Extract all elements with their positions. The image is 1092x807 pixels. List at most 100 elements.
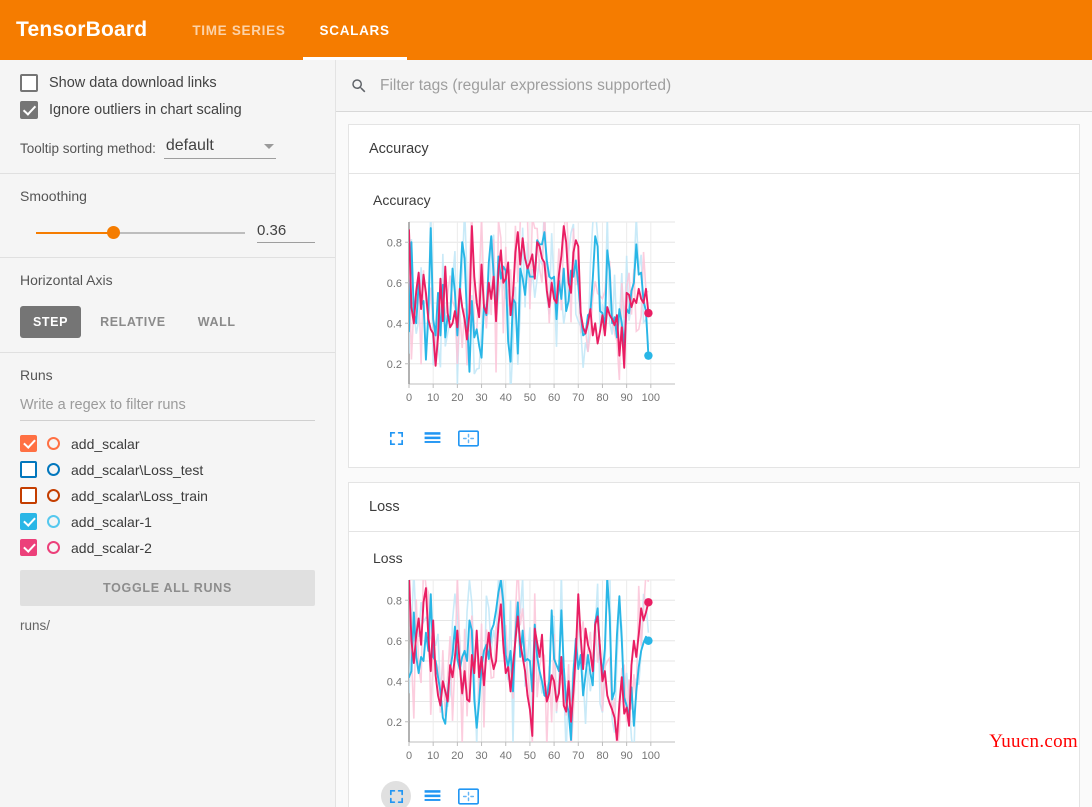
tooltip-sorting-value: default [165,137,214,154]
run-item-add-scalar-1[interactable]: add_scalar-1 [20,513,315,530]
run-item-add-scalar-2[interactable]: add_scalar-2 [20,539,315,556]
slider-thumb[interactable] [107,226,120,239]
runs-list: add_scalar add_scalar\Loss_test add_scal… [20,435,315,556]
data-series-icon[interactable] [417,423,447,453]
expand-chart-icon[interactable] [381,781,411,807]
svg-text:0.4: 0.4 [387,676,402,688]
chart-group-accuracy: Accuracy Accuracy 0.2 0.4 0.6 0.8 0 10 20 30 40 5… [348,124,1080,468]
run-label: add_scalar\Loss_test [71,461,204,478]
run-color-circle [47,463,60,476]
svg-text:0.8: 0.8 [387,595,402,607]
svg-text:30: 30 [475,392,487,404]
app-header: TensorBoard TIME SERIES SCALARS [0,0,1092,60]
svg-text:70: 70 [572,750,584,762]
runs-directory-label: runs/ [20,618,51,633]
show-download-links-row[interactable]: Show data download links [20,74,315,92]
smoothing-row: 0.36 [20,222,315,243]
axis-option-step[interactable]: STEP [20,306,82,338]
svg-text:0.8: 0.8 [387,237,402,249]
fit-domain-icon[interactable] [453,781,483,807]
runs-label: Runs [20,367,53,383]
svg-text:0.6: 0.6 [387,278,402,290]
ignore-outliers-checkbox[interactable] [20,101,38,119]
svg-text:70: 70 [572,392,584,404]
run-checkbox[interactable] [20,435,37,452]
run-label: add_scalar-1 [71,513,152,530]
horizontal-axis-section: Horizontal Axis STEP RELATIVE WALL [0,257,335,352]
toggle-all-runs-button[interactable]: TOGGLE ALL RUNS [20,570,315,606]
chart-title-accuracy: Accuracy [373,192,431,208]
run-checkbox[interactable] [20,539,37,556]
ignore-outliers-label: Ignore outliers in chart scaling [49,102,242,118]
group-header-accuracy[interactable]: Accuracy [348,124,1080,174]
plot-loss[interactable]: 0.2 0.4 0.6 0.8 0 10 20 30 40 50 60 70 80 90 100 [367,572,687,777]
svg-text:40: 40 [500,392,512,404]
svg-text:80: 80 [596,750,608,762]
run-checkbox[interactable] [20,487,37,504]
show-download-links-checkbox[interactable] [20,74,38,92]
main-content: Accuracy Accuracy 0.2 0.4 0.6 0.8 0 10 20 30 40 5… [336,60,1092,807]
data-series-icon[interactable] [417,781,447,807]
search-icon [350,77,368,95]
smoothing-label: Smoothing [20,188,87,204]
nav-tabs: TIME SERIES SCALARS [175,0,407,60]
chart-title-loss: Loss [373,550,403,566]
smoothing-section: Smoothing 0.36 [0,173,335,257]
tab-scalars[interactable]: SCALARS [302,0,407,60]
chart-card-accuracy: Accuracy 0.2 0.4 0.6 0.8 0 10 20 30 40 50 60 70 80 90… [348,174,1080,468]
run-item-loss-train[interactable]: add_scalar\Loss_train [20,487,315,504]
svg-text:40: 40 [500,750,512,762]
run-color-circle [47,515,60,528]
svg-text:10: 10 [427,392,439,404]
chevron-down-icon [263,143,274,149]
axis-option-relative[interactable]: RELATIVE [87,306,179,338]
svg-text:60: 60 [548,392,560,404]
tooltip-sorting-label: Tooltip sorting method: [20,141,156,156]
chart-card-loss: Loss 0.2 0.4 0.6 0.8 0 10 20 30 40 50 60 70 80 90 100 [348,532,1080,807]
svg-text:0.2: 0.2 [387,359,402,371]
tag-filter-bar [336,60,1092,112]
run-color-circle [47,489,60,502]
run-color-circle [47,541,60,554]
brand-title: TensorBoard [16,18,148,41]
show-download-links-label: Show data download links [49,75,217,91]
expand-chart-icon[interactable] [381,423,411,453]
sidebar: Show data download links Ignore outliers… [0,60,336,807]
tensorboard-app: TensorBoard TIME SERIES SCALARS Show dat… [0,0,1092,807]
svg-text:20: 20 [451,750,463,762]
run-checkbox[interactable] [20,461,37,478]
svg-text:50: 50 [524,750,536,762]
svg-text:90: 90 [621,750,633,762]
svg-text:20: 20 [451,392,463,404]
tab-time-series[interactable]: TIME SERIES [175,0,302,60]
run-item-loss-test[interactable]: add_scalar\Loss_test [20,461,315,478]
tooltip-sorting-select[interactable]: default [163,137,276,159]
run-label: add_scalar [71,435,140,452]
fit-domain-icon[interactable] [453,423,483,453]
svg-text:0.2: 0.2 [387,717,402,729]
svg-text:0: 0 [406,392,412,404]
run-checkbox[interactable] [20,513,37,530]
group-header-loss[interactable]: Loss [348,482,1080,532]
axis-option-wall[interactable]: WALL [185,306,249,338]
smoothing-slider[interactable] [20,225,245,241]
sidebar-options-section: Show data download links Ignore outliers… [0,60,335,173]
ignore-outliers-row[interactable]: Ignore outliers in chart scaling [20,101,315,119]
app-body: Show data download links Ignore outliers… [0,60,1092,807]
charts-container: Accuracy Accuracy 0.2 0.4 0.6 0.8 0 10 20 30 40 5… [336,112,1092,807]
plot-accuracy[interactable]: 0.2 0.4 0.6 0.8 0 10 20 30 40 50 60 70 80 90 100 [367,214,687,419]
run-item-add-scalar[interactable]: add_scalar [20,435,315,452]
svg-text:0.6: 0.6 [387,636,402,648]
svg-text:100: 100 [642,392,660,404]
svg-text:90: 90 [621,392,633,404]
svg-text:30: 30 [475,750,487,762]
runs-section: Runs add_scalar add_scalar\Loss_test [0,352,335,647]
svg-text:10: 10 [427,750,439,762]
chart-toolbar-accuracy [381,423,1061,453]
slider-fill [36,231,113,234]
smoothing-value[interactable]: 0.36 [257,222,315,243]
run-label: add_scalar\Loss_train [71,487,208,504]
runs-filter-input[interactable] [20,395,315,421]
tag-filter-input[interactable] [378,75,1078,96]
svg-text:0: 0 [406,750,412,762]
